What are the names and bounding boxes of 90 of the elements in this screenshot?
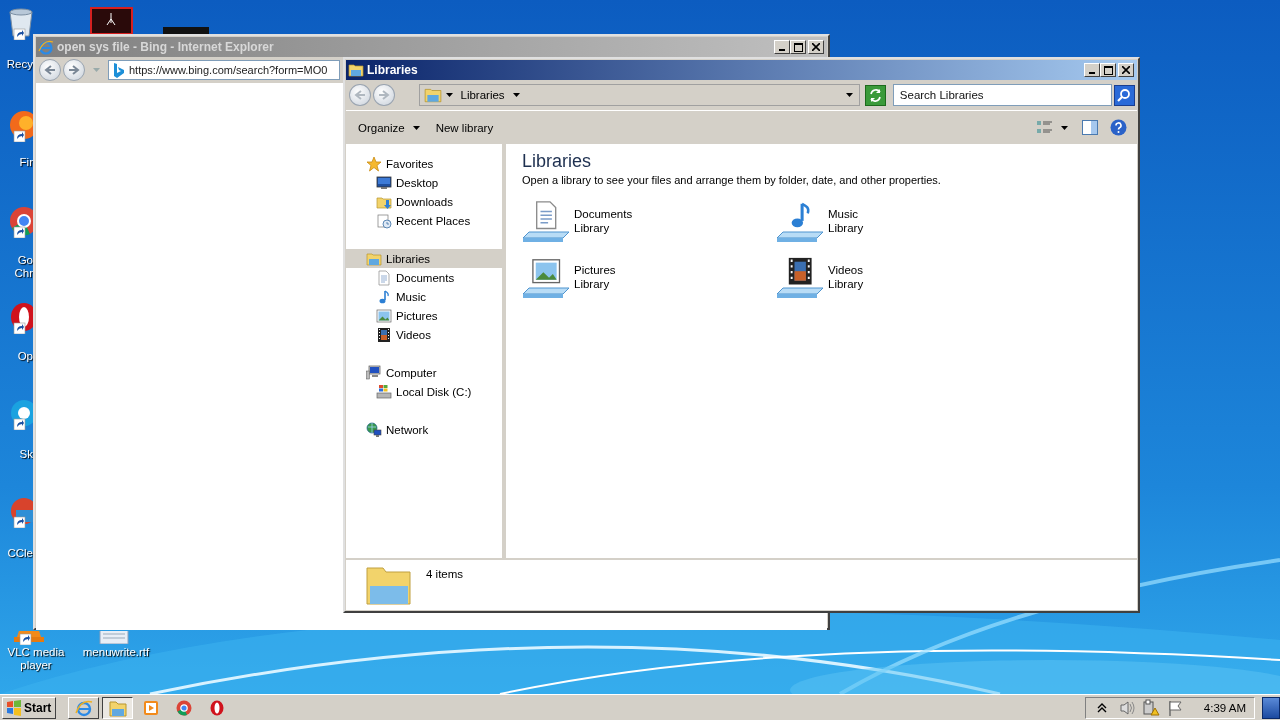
refresh-button[interactable] bbox=[865, 84, 886, 106]
desktop-icon-label[interactable]: Fir bbox=[0, 156, 33, 169]
view-button[interactable] bbox=[1037, 120, 1068, 135]
browser-icon bbox=[74, 698, 93, 717]
toolbar-button[interactable]: New library bbox=[427, 115, 502, 140]
back-button[interactable] bbox=[39, 59, 61, 81]
nav-item[interactable]: Local Disk (C:) bbox=[346, 382, 502, 401]
maximize-icon bbox=[793, 42, 803, 52]
close-icon bbox=[1122, 66, 1130, 74]
nav-item[interactable]: Videos bbox=[346, 325, 502, 344]
description: Open a library to see your files and arrange them by folder, date, and other properties. bbox=[522, 174, 942, 186]
play-icon bbox=[142, 698, 160, 717]
close-button[interactable] bbox=[808, 40, 824, 54]
nav-item[interactable]: Libraries bbox=[346, 249, 502, 268]
desktop-icon-label[interactable]: Go Chr bbox=[0, 254, 33, 280]
address-field[interactable]: https://www.bing.com/search?form=MO0 bbox=[108, 60, 340, 80]
search-icon bbox=[1117, 87, 1133, 103]
maximize-button[interactable] bbox=[1100, 63, 1116, 77]
minimize-button[interactable] bbox=[774, 40, 790, 54]
library-name[interactable]: Pictures bbox=[574, 264, 616, 276]
folder-icon bbox=[108, 698, 127, 717]
search-button[interactable] bbox=[1114, 84, 1135, 106]
drive-icon bbox=[376, 383, 392, 400]
monitor-icon bbox=[376, 174, 392, 191]
caret-icon bbox=[512, 93, 520, 97]
help-button[interactable] bbox=[1110, 119, 1127, 136]
minimize-button[interactable] bbox=[1084, 63, 1100, 77]
nav-item[interactable]: Music bbox=[346, 287, 502, 306]
caret-icon bbox=[1061, 125, 1068, 130]
maximize-button[interactable] bbox=[790, 40, 806, 54]
show-desktop-button[interactable] bbox=[1262, 696, 1280, 719]
caret-icon bbox=[93, 68, 100, 72]
nav-item[interactable]: Favorites bbox=[346, 154, 502, 173]
library-folder-icon bbox=[423, 86, 442, 104]
library-type: Library bbox=[574, 278, 611, 290]
close-icon bbox=[812, 43, 820, 51]
maximize-icon bbox=[1103, 65, 1113, 75]
nav-item[interactable]: Pictures bbox=[346, 306, 502, 325]
refresh-icon bbox=[867, 87, 883, 103]
library-name[interactable]: Music bbox=[828, 208, 864, 220]
nav-item[interactable]: Computer bbox=[346, 363, 502, 382]
nav-item[interactable]: Recent Places bbox=[346, 211, 502, 230]
forward-button[interactable] bbox=[63, 59, 85, 81]
film-icon bbox=[376, 326, 392, 343]
star-icon bbox=[366, 155, 382, 172]
preview-pane-button[interactable] bbox=[1082, 120, 1098, 135]
close-button[interactable] bbox=[1118, 63, 1134, 77]
browser-icon bbox=[208, 698, 226, 717]
window-title: open sys file - Bing - Internet Explorer bbox=[57, 40, 275, 54]
breadcrumb-button[interactable]: Libraries bbox=[456, 89, 509, 101]
url-text: https://www.bing.com/search?form=MO0 bbox=[129, 64, 328, 76]
desktop-icon-label[interactable]: Sk bbox=[0, 448, 33, 461]
taskbar-button[interactable] bbox=[102, 696, 133, 719]
item-count: 4 items bbox=[426, 568, 464, 582]
window-title: Libraries bbox=[367, 63, 419, 77]
network-icon bbox=[366, 421, 382, 438]
address-field[interactable]: Libraries bbox=[418, 84, 861, 106]
recent-places-icon bbox=[376, 212, 392, 229]
library-type: Library bbox=[574, 222, 611, 234]
nav-item[interactable]: Documents bbox=[346, 268, 502, 287]
library-folder-icon bbox=[366, 250, 382, 267]
clock[interactable]: 4:39 AM bbox=[1203, 701, 1246, 714]
nav-item[interactable]: Network bbox=[346, 420, 502, 439]
view-options-icon bbox=[1037, 120, 1053, 135]
browser-icon bbox=[175, 698, 193, 717]
browser-icon bbox=[38, 39, 54, 55]
desktop-icon-label[interactable]: Recy bbox=[0, 58, 33, 71]
caret-icon bbox=[846, 93, 854, 97]
site-icon bbox=[113, 62, 125, 78]
network-icon[interactable] bbox=[1141, 698, 1160, 717]
document-icon bbox=[376, 269, 392, 286]
search-field[interactable]: Search Libraries bbox=[892, 84, 1113, 106]
picture-icon bbox=[376, 307, 392, 324]
windows-logo-icon bbox=[6, 699, 22, 716]
toolbar-button[interactable]: Organize bbox=[350, 115, 428, 140]
library-name[interactable]: Documents bbox=[574, 208, 633, 220]
page-heading: Libraries bbox=[522, 150, 593, 172]
library-folder-icon bbox=[348, 62, 364, 78]
library-type: Library bbox=[828, 222, 864, 234]
preview-pane-icon bbox=[1082, 120, 1098, 135]
computer-icon bbox=[366, 364, 382, 381]
library-name[interactable]: Videos bbox=[828, 264, 864, 276]
library-type: Library bbox=[828, 278, 864, 290]
caret-icon bbox=[445, 93, 453, 97]
nav-item[interactable]: Desktop bbox=[346, 173, 502, 192]
help-icon bbox=[1110, 119, 1127, 136]
start-button[interactable]: Start bbox=[2, 696, 56, 719]
nav-item[interactable]: Downloads bbox=[346, 192, 502, 211]
desktop-icon-label[interactable]: Op bbox=[0, 350, 33, 363]
caret-icon bbox=[412, 125, 420, 130]
